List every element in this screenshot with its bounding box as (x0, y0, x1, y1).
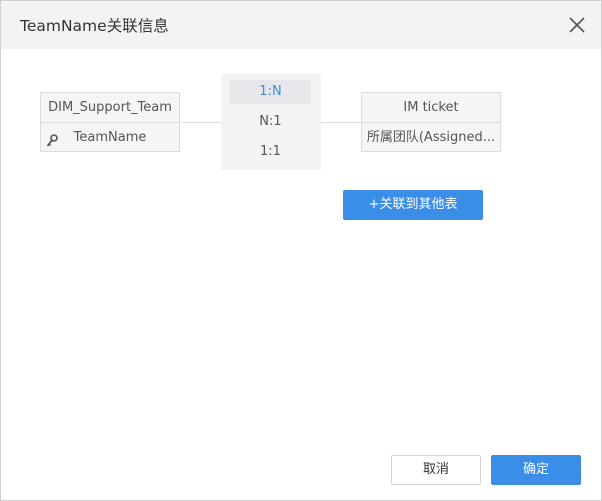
left-table-field-row: TeamName (41, 123, 179, 152)
connector-left (182, 122, 221, 123)
connector-right (321, 122, 361, 123)
left-table-card: DIM_Support_Team TeamName (40, 92, 180, 152)
cancel-button[interactable]: 取消 (391, 455, 481, 485)
key-icon (46, 130, 58, 147)
left-table-name: DIM_Support_Team (41, 93, 179, 123)
dialog-header: TeamName关联信息 (1, 1, 601, 49)
close-icon[interactable] (567, 15, 587, 35)
left-table-field-label: TeamName (73, 130, 147, 145)
relationship-option-1-1[interactable]: 1:1 (230, 140, 311, 164)
right-table-field-row: 所属团队(Assigned... (362, 123, 500, 152)
right-table-name: IM ticket (362, 93, 500, 123)
relationship-option-1-n[interactable]: 1:N (230, 80, 311, 104)
relationship-options-panel: 1:N N:1 1:1 (221, 74, 321, 170)
relationship-dialog: TeamName关联信息 DIM_Support_Team TeamName 1… (0, 0, 602, 501)
confirm-button[interactable]: 确定 (491, 455, 581, 485)
right-table-field-label: 所属团队(Assigned... (366, 130, 496, 145)
relationship-option-n-1[interactable]: N:1 (230, 110, 311, 134)
link-other-table-button[interactable]: +关联到其他表 (343, 190, 483, 220)
dialog-title: TeamName关联信息 (20, 17, 169, 35)
right-table-card: IM ticket 所属团队(Assigned... (361, 92, 501, 152)
